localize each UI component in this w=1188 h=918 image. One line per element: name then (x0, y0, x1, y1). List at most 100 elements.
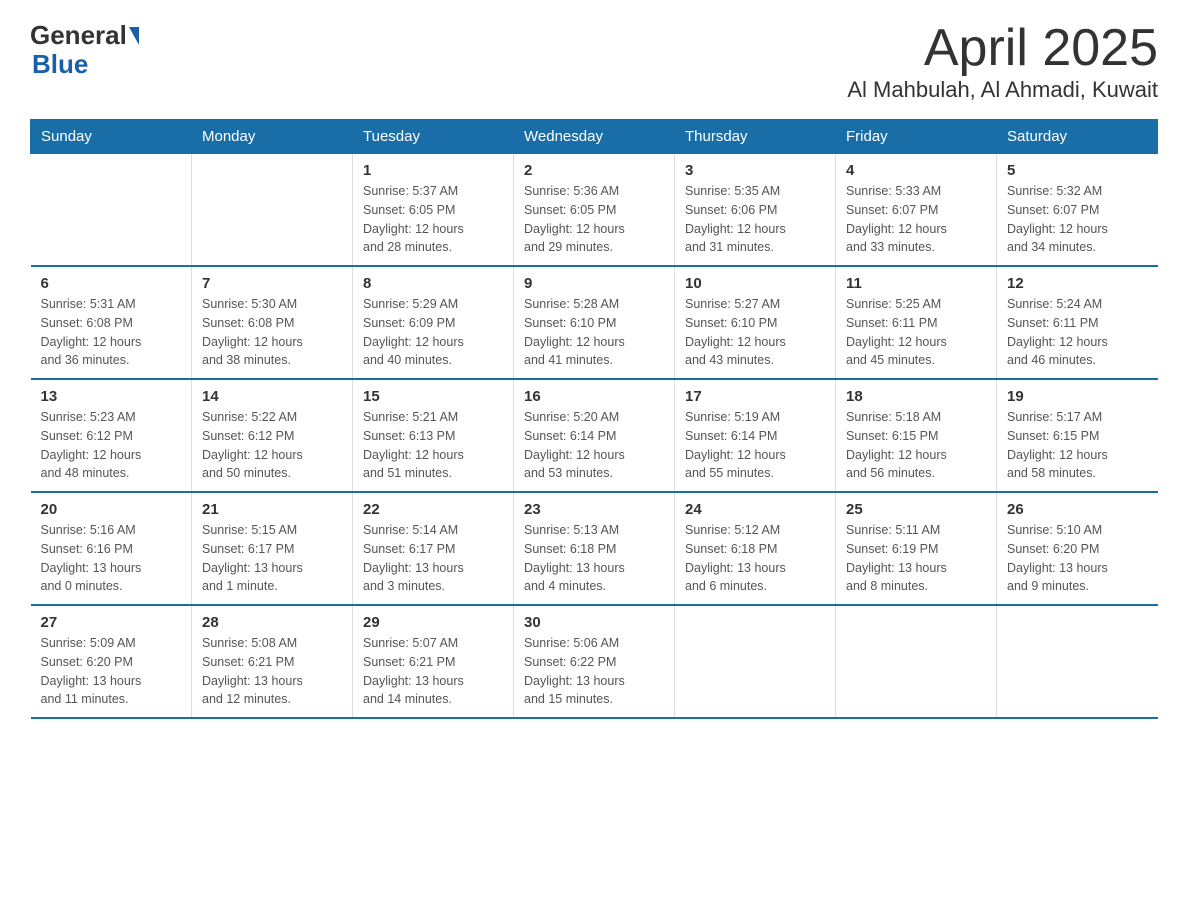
day-info: Sunrise: 5:10 AM Sunset: 6:20 PM Dayligh… (1007, 521, 1148, 596)
calendar-cell (31, 154, 192, 267)
calendar-table: SundayMondayTuesdayWednesdayThursdayFrid… (30, 119, 1158, 719)
day-info: Sunrise: 5:09 AM Sunset: 6:20 PM Dayligh… (41, 634, 182, 709)
weekday-header-monday: Monday (192, 120, 353, 154)
calendar-cell: 1 Sunrise: 5:37 AM Sunset: 6:05 PM Daylig… (353, 154, 514, 267)
day-number: 20 (41, 501, 182, 518)
weekday-header-sunday: Sunday (31, 120, 192, 154)
day-number: 18 (846, 388, 986, 405)
calendar-cell (192, 154, 353, 267)
day-number: 30 (524, 614, 664, 631)
day-number: 5 (1007, 162, 1148, 179)
logo: General Blue (30, 20, 139, 80)
calendar-cell: 20 Sunrise: 5:16 AM Sunset: 6:16 PM Dayli… (31, 492, 192, 605)
day-number: 25 (846, 501, 986, 518)
logo-blue-text: Blue (32, 49, 88, 80)
day-info: Sunrise: 5:29 AM Sunset: 6:09 PM Dayligh… (363, 295, 503, 370)
day-number: 2 (524, 162, 664, 179)
day-info: Sunrise: 5:06 AM Sunset: 6:22 PM Dayligh… (524, 634, 664, 709)
day-info: Sunrise: 5:21 AM Sunset: 6:13 PM Dayligh… (363, 408, 503, 483)
calendar-cell: 27 Sunrise: 5:09 AM Sunset: 6:20 PM Dayli… (31, 605, 192, 718)
day-number: 1 (363, 162, 503, 179)
location-title: Al Mahbulah, Al Ahmadi, Kuwait (847, 77, 1158, 103)
logo-general-text: General (30, 20, 127, 51)
calendar-cell: 30 Sunrise: 5:06 AM Sunset: 6:22 PM Dayli… (514, 605, 675, 718)
logo-triangle-icon (129, 27, 139, 45)
calendar-cell: 28Sunrise: 5:08 AM Sunset: 6:21 PM Dayli… (192, 605, 353, 718)
weekday-header-tuesday: Tuesday (353, 120, 514, 154)
calendar-cell: 25 Sunrise: 5:11 AM Sunset: 6:19 PM Dayli… (836, 492, 997, 605)
day-number: 24 (685, 501, 825, 518)
calendar-cell: 24 Sunrise: 5:12 AM Sunset: 6:18 PM Dayli… (675, 492, 836, 605)
day-info: Sunrise: 5:37 AM Sunset: 6:05 PM Dayligh… (363, 182, 503, 257)
day-number: 11 (846, 275, 986, 292)
calendar-cell: 21Sunrise: 5:15 AM Sunset: 6:17 PM Dayli… (192, 492, 353, 605)
day-number: 26 (1007, 501, 1148, 518)
day-info: Sunrise: 5:16 AM Sunset: 6:16 PM Dayligh… (41, 521, 182, 596)
calendar-week-row: 20 Sunrise: 5:16 AM Sunset: 6:16 PM Dayli… (31, 492, 1158, 605)
day-info: Sunrise: 5:07 AM Sunset: 6:21 PM Dayligh… (363, 634, 503, 709)
calendar-cell (675, 605, 836, 718)
calendar-cell: 18 Sunrise: 5:18 AM Sunset: 6:15 PM Dayli… (836, 379, 997, 492)
calendar-cell: 12 Sunrise: 5:24 AM Sunset: 6:11 PM Dayli… (997, 266, 1158, 379)
calendar-cell: 2 Sunrise: 5:36 AM Sunset: 6:05 PM Daylig… (514, 154, 675, 267)
calendar-body: 1 Sunrise: 5:37 AM Sunset: 6:05 PM Daylig… (31, 154, 1158, 719)
day-number: 6 (41, 275, 182, 292)
day-info: Sunrise: 5:18 AM Sunset: 6:15 PM Dayligh… (846, 408, 986, 483)
day-info: Sunrise: 5:17 AM Sunset: 6:15 PM Dayligh… (1007, 408, 1148, 483)
day-info: Sunrise: 5:33 AM Sunset: 6:07 PM Dayligh… (846, 182, 986, 257)
day-info: Sunrise: 5:08 AM Sunset: 6:21 PM Dayligh… (202, 634, 342, 709)
day-number: 22 (363, 501, 503, 518)
day-info: Sunrise: 5:35 AM Sunset: 6:06 PM Dayligh… (685, 182, 825, 257)
day-number: 17 (685, 388, 825, 405)
day-info: Sunrise: 5:23 AM Sunset: 6:12 PM Dayligh… (41, 408, 182, 483)
weekday-header-wednesday: Wednesday (514, 120, 675, 154)
calendar-cell: 16 Sunrise: 5:20 AM Sunset: 6:14 PM Dayli… (514, 379, 675, 492)
weekday-header-friday: Friday (836, 120, 997, 154)
calendar-cell: 26 Sunrise: 5:10 AM Sunset: 6:20 PM Dayli… (997, 492, 1158, 605)
day-number: 21 (202, 501, 342, 518)
day-number: 8 (363, 275, 503, 292)
calendar-cell (997, 605, 1158, 718)
day-number: 14 (202, 388, 342, 405)
day-number: 23 (524, 501, 664, 518)
calendar-week-row: 1 Sunrise: 5:37 AM Sunset: 6:05 PM Daylig… (31, 154, 1158, 267)
calendar-cell: 17 Sunrise: 5:19 AM Sunset: 6:14 PM Dayli… (675, 379, 836, 492)
calendar-cell: 29 Sunrise: 5:07 AM Sunset: 6:21 PM Dayli… (353, 605, 514, 718)
day-info: Sunrise: 5:27 AM Sunset: 6:10 PM Dayligh… (685, 295, 825, 370)
day-info: Sunrise: 5:30 AM Sunset: 6:08 PM Dayligh… (202, 295, 342, 370)
weekday-header-thursday: Thursday (675, 120, 836, 154)
calendar-cell (836, 605, 997, 718)
calendar-cell: 8 Sunrise: 5:29 AM Sunset: 6:09 PM Daylig… (353, 266, 514, 379)
calendar-header: SundayMondayTuesdayWednesdayThursdayFrid… (31, 120, 1158, 154)
day-number: 16 (524, 388, 664, 405)
page-header: General Blue April 2025 Al Mahbulah, Al … (30, 20, 1158, 103)
day-info: Sunrise: 5:19 AM Sunset: 6:14 PM Dayligh… (685, 408, 825, 483)
calendar-cell: 10 Sunrise: 5:27 AM Sunset: 6:10 PM Dayli… (675, 266, 836, 379)
day-info: Sunrise: 5:31 AM Sunset: 6:08 PM Dayligh… (41, 295, 182, 370)
day-number: 27 (41, 614, 182, 631)
calendar-cell: 4Sunrise: 5:33 AM Sunset: 6:07 PM Daylig… (836, 154, 997, 267)
calendar-cell: 22Sunrise: 5:14 AM Sunset: 6:17 PM Dayli… (353, 492, 514, 605)
weekday-header-saturday: Saturday (997, 120, 1158, 154)
weekday-header-row: SundayMondayTuesdayWednesdayThursdayFrid… (31, 120, 1158, 154)
day-number: 10 (685, 275, 825, 292)
calendar-week-row: 27 Sunrise: 5:09 AM Sunset: 6:20 PM Dayli… (31, 605, 1158, 718)
calendar-cell: 14Sunrise: 5:22 AM Sunset: 6:12 PM Dayli… (192, 379, 353, 492)
day-info: Sunrise: 5:32 AM Sunset: 6:07 PM Dayligh… (1007, 182, 1148, 257)
day-info: Sunrise: 5:12 AM Sunset: 6:18 PM Dayligh… (685, 521, 825, 596)
day-number: 15 (363, 388, 503, 405)
day-info: Sunrise: 5:24 AM Sunset: 6:11 PM Dayligh… (1007, 295, 1148, 370)
day-number: 29 (363, 614, 503, 631)
day-info: Sunrise: 5:11 AM Sunset: 6:19 PM Dayligh… (846, 521, 986, 596)
day-number: 12 (1007, 275, 1148, 292)
day-info: Sunrise: 5:20 AM Sunset: 6:14 PM Dayligh… (524, 408, 664, 483)
calendar-week-row: 6 Sunrise: 5:31 AM Sunset: 6:08 PM Daylig… (31, 266, 1158, 379)
day-info: Sunrise: 5:36 AM Sunset: 6:05 PM Dayligh… (524, 182, 664, 257)
month-title: April 2025 (847, 20, 1158, 77)
calendar-week-row: 13Sunrise: 5:23 AM Sunset: 6:12 PM Dayli… (31, 379, 1158, 492)
calendar-cell: 11Sunrise: 5:25 AM Sunset: 6:11 PM Dayli… (836, 266, 997, 379)
calendar-cell: 7Sunrise: 5:30 AM Sunset: 6:08 PM Daylig… (192, 266, 353, 379)
day-number: 19 (1007, 388, 1148, 405)
calendar-cell: 19 Sunrise: 5:17 AM Sunset: 6:15 PM Dayli… (997, 379, 1158, 492)
title-section: April 2025 Al Mahbulah, Al Ahmadi, Kuwai… (847, 20, 1158, 103)
